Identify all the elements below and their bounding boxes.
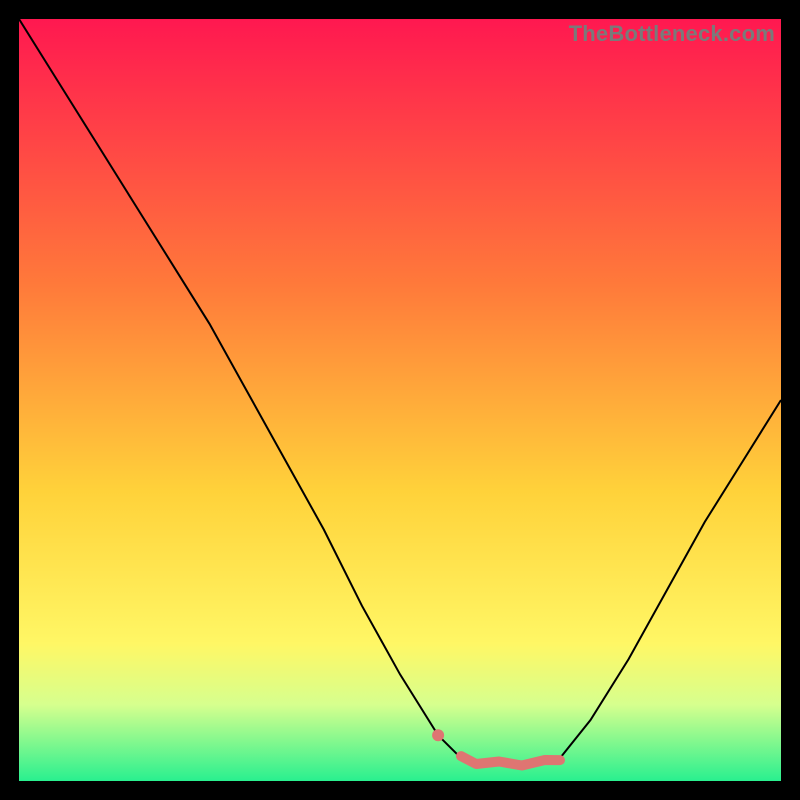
chart-frame: TheBottleneck.com — [19, 19, 781, 781]
chart-background — [19, 19, 781, 781]
attribution-text: TheBottleneck.com — [569, 21, 775, 47]
bottleneck-chart — [19, 19, 781, 781]
highlight-dot — [432, 729, 444, 741]
